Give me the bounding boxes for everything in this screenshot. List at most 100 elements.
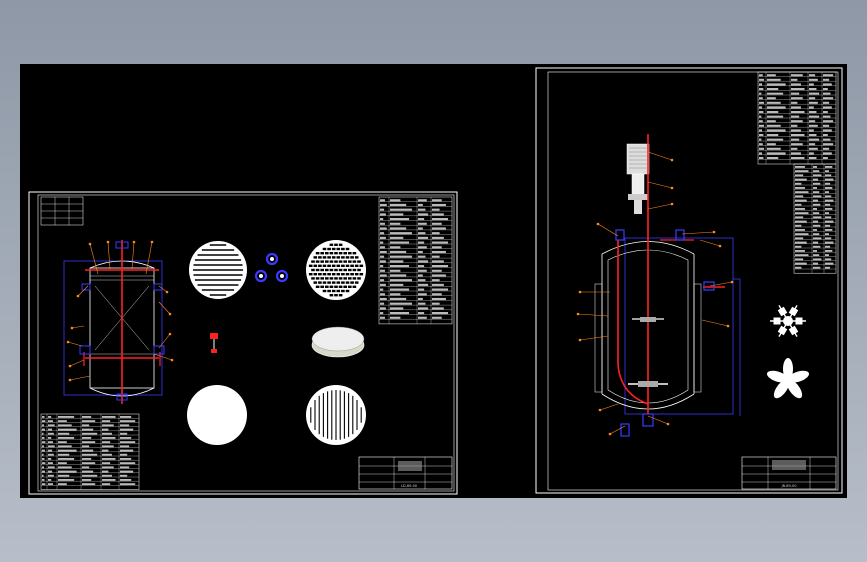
leader-line: [158, 285, 168, 293]
plate-b-hole: [315, 260, 320, 263]
plate-b-hole: [327, 264, 331, 267]
leader-line: [609, 425, 626, 435]
right-drawing-number: JB-89-00: [781, 484, 797, 488]
plate-b-hole: [315, 252, 320, 255]
leader-line: [599, 403, 619, 411]
plate-b-hole: [334, 243, 338, 246]
plate-b-hole: [320, 252, 324, 255]
plate-b-hole: [308, 273, 313, 276]
leader-line: [647, 151, 673, 161]
plate-b-hole: [334, 277, 338, 280]
leader-tag: [726, 324, 730, 328]
plate-b-hole: [329, 268, 334, 272]
plate-b-hole: [336, 247, 341, 251]
leader-tag: [68, 378, 72, 382]
plate-b-hole: [338, 285, 343, 288]
plate-b-hole: [354, 264, 359, 267]
plate-b-hole: [354, 256, 359, 259]
leader-tag: [578, 338, 582, 342]
plate-b-hole: [329, 260, 334, 263]
plate-b-hole: [338, 252, 343, 255]
plate-b-hole: [338, 294, 343, 297]
plate-b-hole: [341, 256, 345, 259]
plate-b-hole: [325, 260, 329, 263]
leader-tag: [68, 364, 72, 368]
plate-b-hole: [320, 260, 324, 263]
plate-b-hole: [341, 289, 345, 293]
plate-b-hole: [334, 268, 338, 272]
leader-tag: [132, 240, 136, 244]
leader-tag: [165, 290, 169, 294]
leader-tag: [76, 294, 80, 298]
turbine-blade: [777, 306, 788, 317]
leader-line: [145, 241, 153, 275]
bottom-outlet-valve: [642, 413, 654, 427]
plate-b-hole: [345, 256, 350, 259]
leader-tag: [70, 326, 74, 330]
plate-b-hole: [336, 289, 341, 293]
plate-b-hole: [343, 260, 347, 263]
leader-tag: [666, 422, 670, 426]
plate-b-hole: [341, 264, 345, 267]
plate-b-hole: [352, 252, 357, 255]
turbine-blade: [788, 325, 799, 336]
leader-line: [107, 241, 111, 270]
plate-b-hole: [334, 260, 338, 263]
plate-b-hole: [343, 277, 347, 280]
leader-line: [577, 313, 609, 317]
plate-b-hole: [336, 281, 341, 284]
plate-b-hole: [322, 289, 327, 293]
leader-line: [647, 415, 669, 425]
grid-plate-view: [306, 385, 366, 445]
turbine-blade: [773, 317, 781, 325]
leader-line: [69, 375, 91, 381]
leader-tag: [608, 432, 612, 436]
cad-canvas[interactable]: LD-89-00 JB-89-00: [20, 64, 847, 498]
plate-b-hole: [348, 252, 352, 255]
leader-tag: [66, 340, 70, 344]
plate-b-hole: [336, 264, 341, 267]
leader-line: [681, 231, 715, 235]
plate-b-hole: [354, 281, 359, 284]
leader-tag: [106, 240, 110, 244]
left-tech-table: [40, 196, 84, 226]
inlet-nozzle-left: [615, 229, 625, 241]
plate-b-hole: [345, 247, 350, 251]
plate-b-hole: [322, 281, 327, 284]
leader-line: [647, 203, 673, 210]
plate-b-hole: [341, 247, 345, 251]
plate-b-hole: [345, 289, 350, 293]
solid-plate-view: [187, 385, 247, 445]
plate-b-hole: [345, 264, 350, 267]
left-drawing-number: LD-89-00: [401, 484, 417, 488]
leader-tag: [598, 408, 602, 412]
left-sheet: LD-89-00: [28, 191, 458, 495]
plate-b-hole: [336, 273, 341, 276]
gear-reducer: [631, 173, 645, 195]
plate-b-hole: [327, 247, 331, 251]
plate-b-hole: [352, 260, 357, 263]
inlet-nozzle-right: [675, 229, 685, 241]
plate-b-hole: [348, 260, 352, 263]
leader-tag: [170, 358, 174, 362]
plate-b-hole: [338, 243, 343, 246]
motor: [626, 143, 650, 175]
plate-b-hole: [327, 273, 331, 276]
nozzle-cluster-view: [254, 252, 289, 283]
plate-b-hole: [331, 289, 336, 293]
leader-line: [67, 341, 83, 347]
plate-b-hole: [350, 281, 354, 284]
right-sheet: JB-89-00: [535, 67, 843, 494]
plate-b-hole: [325, 277, 329, 280]
left-parts-table: [378, 196, 453, 325]
plate-b-hole: [331, 256, 336, 259]
turbine-blade: [777, 325, 788, 336]
plate-b-hole: [334, 294, 338, 297]
plate-b-hole: [338, 277, 343, 280]
leader-tag: [730, 280, 734, 284]
plate-b-hole: [348, 268, 352, 272]
plate-b-hole: [331, 273, 336, 276]
plate-b-hole: [352, 277, 357, 280]
mechanical-seal: [634, 200, 642, 214]
plate-b-hole: [338, 260, 343, 263]
